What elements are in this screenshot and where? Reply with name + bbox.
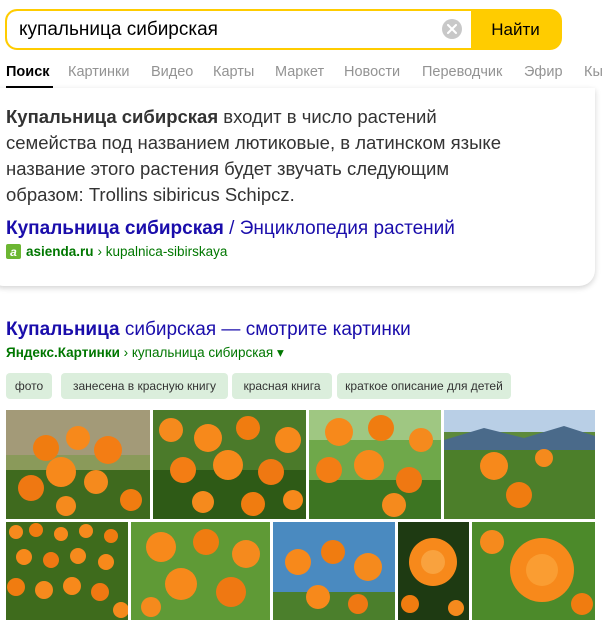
close-icon: [447, 24, 457, 34]
tab-video[interactable]: Видео: [151, 64, 193, 80]
tab-search[interactable]: Поиск: [6, 64, 50, 80]
flower-photo-icon: [309, 410, 441, 519]
site-favicon-icon: a: [6, 244, 21, 259]
result-url[interactable]: a asienda.ru › kupalnica-sibirskaya: [6, 244, 227, 259]
tab-images[interactable]: Картинки: [68, 64, 129, 80]
result-title-link[interactable]: Купальница сибирская / Энциклопедия раст…: [6, 218, 455, 240]
image-thumbnail[interactable]: [472, 522, 595, 620]
image-thumbnail[interactable]: [398, 522, 469, 620]
chip-red-book-listed[interactable]: занесена в красную книгу: [61, 373, 228, 399]
image-thumbnail[interactable]: [273, 522, 395, 620]
tab-translator[interactable]: Переводчик: [422, 64, 502, 80]
result-domain[interactable]: asienda.ru: [26, 244, 94, 259]
image-thumbnail[interactable]: [309, 410, 441, 519]
chip-red-book[interactable]: красная книга: [232, 373, 332, 399]
flower-photo-icon: [472, 522, 595, 620]
images-source[interactable]: Яндекс.Картинки › купальница сибирская ▾: [6, 345, 284, 361]
image-thumbnail[interactable]: [131, 522, 270, 620]
result-title-bold: Купальница сибирская: [6, 218, 224, 239]
search-input[interactable]: [19, 11, 429, 48]
search-bar: Найти: [5, 9, 562, 50]
image-thumbnail[interactable]: [153, 410, 306, 519]
image-thumbnail[interactable]: [6, 410, 150, 519]
tab-news[interactable]: Новости: [344, 64, 400, 80]
tab-more[interactable]: Кы: [584, 64, 602, 80]
images-title-rest: сибирская — смотрите картинки: [119, 319, 411, 340]
flower-photo-icon: [444, 410, 595, 519]
search-field: [7, 11, 471, 48]
result-path[interactable]: › kupalnica-sibirskaya: [98, 244, 228, 259]
flower-photo-icon: [398, 522, 469, 620]
flower-photo-icon: [6, 522, 128, 620]
images-title-bold: Купальница: [6, 319, 120, 340]
clear-search-button[interactable]: [442, 19, 462, 39]
images-source-bold: Яндекс.Картинки: [6, 345, 120, 360]
tab-maps[interactable]: Карты: [213, 64, 254, 80]
image-thumbnail[interactable]: [444, 410, 595, 519]
chip-photo[interactable]: фото: [6, 373, 52, 399]
flower-photo-icon: [6, 410, 150, 519]
flower-photo-icon: [273, 522, 395, 620]
result-title-rest: / Энциклопедия растений: [223, 218, 455, 239]
tab-efir[interactable]: Эфир: [524, 64, 563, 80]
chip-description-for-kids[interactable]: краткое описание для детей: [337, 373, 511, 399]
images-title-link[interactable]: Купальница сибирская — смотрите картинки: [6, 319, 411, 341]
flower-photo-icon: [131, 522, 270, 620]
search-submit-button[interactable]: Найти: [471, 11, 560, 48]
flower-photo-icon: [153, 410, 306, 519]
image-thumbnail[interactable]: [6, 522, 128, 620]
snippet-bold: Купальница сибирская: [6, 106, 219, 127]
tab-market[interactable]: Маркет: [275, 64, 324, 80]
result-snippet: Купальница сибирская входит в число раст…: [6, 104, 506, 208]
images-source-path: › купальница сибирская ▾: [119, 345, 284, 360]
